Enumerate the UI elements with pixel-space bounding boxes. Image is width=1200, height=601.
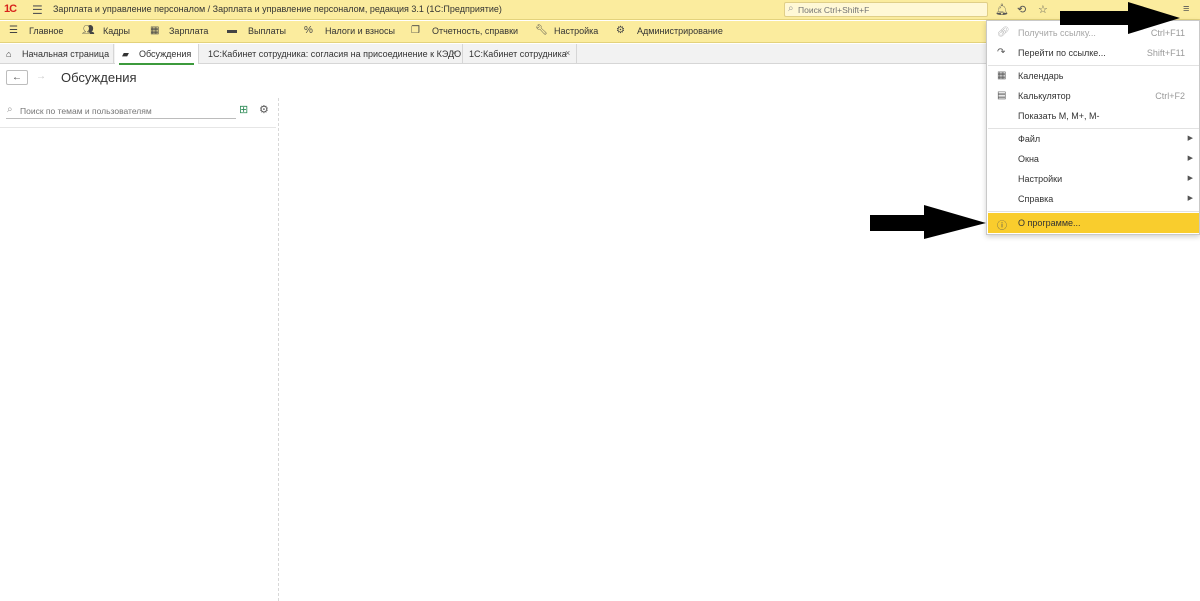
menu-item-calendar[interactable]: ▦ Календарь	[987, 66, 1199, 86]
annotation-arrow-about	[870, 205, 986, 239]
tab-home[interactable]: ⌂ Начальная страница	[0, 44, 114, 64]
discussion-search[interactable]: ⌕	[6, 104, 236, 119]
calendar-icon: ▦	[997, 70, 1007, 81]
forward-button[interactable]: →	[30, 70, 52, 85]
settings-gear-icon[interactable]: ⚙	[259, 103, 269, 116]
star-icon[interactable]: ☆	[1038, 3, 1048, 16]
calculator-icon: ▤	[997, 90, 1007, 101]
section-taxes[interactable]: Налоги и взносы	[325, 26, 395, 36]
menu-item-help[interactable]: Справка ▶	[987, 189, 1199, 209]
title-bar: 1С ☰ Зарплата и управление персоналом / …	[0, 0, 1200, 20]
menu-item-goto-link[interactable]: ↷ Перейти по ссылке... Shift+F11	[987, 43, 1199, 63]
active-tab-indicator	[119, 63, 194, 65]
home-icon: ⌂	[6, 49, 12, 59]
menu-item-label: Справка	[1018, 194, 1054, 204]
tab-label: Обсуждения	[139, 49, 192, 59]
menu-item-label: О программе...	[1018, 218, 1081, 228]
calculator-icon: ▦	[150, 25, 160, 36]
back-button[interactable]: ←	[6, 70, 28, 85]
history-icon[interactable]: ⟲	[1017, 3, 1026, 16]
menu-item-about[interactable]: ⓘ О программе...	[988, 213, 1199, 233]
menu-item-label: Календарь	[1018, 71, 1064, 81]
tab-label: 1С:Кабинет сотрудника: согласия на присо…	[208, 49, 462, 59]
bell-icon[interactable]: 🔔︎	[995, 3, 1009, 16]
goto-link-icon: ↷	[997, 47, 1006, 58]
submenu-arrow-icon: ▶	[1187, 155, 1193, 162]
menu-dropdown-icon[interactable]: ≡	[1183, 3, 1189, 15]
section-hr[interactable]: Кадры	[103, 26, 130, 36]
card-icon: ▬	[227, 25, 237, 36]
section-reports[interactable]: Отчетность, справки	[432, 26, 518, 36]
global-search[interactable]: ⌕	[784, 2, 988, 17]
window-title: Зарплата и управление персоналом / Зарпл…	[53, 4, 502, 14]
menu-item-label: Окна	[1018, 154, 1039, 164]
tab-label: Начальная страница	[22, 49, 110, 59]
gear-icon: ⚙	[616, 25, 625, 36]
panel-divider	[0, 127, 276, 128]
menu-item-label: Показать M, M+, M-	[1018, 111, 1100, 121]
menu-item-label: Калькулятор	[1018, 91, 1071, 101]
new-discussion-icon[interactable]: ⊞	[239, 103, 248, 116]
menu-item-label: Файл	[1018, 134, 1041, 144]
wrench-icon: 🔧︎	[535, 25, 548, 36]
close-icon[interactable]: ×	[451, 48, 456, 58]
search-icon: ⌕	[7, 104, 13, 115]
panel-splitter[interactable]	[278, 98, 279, 601]
annotation-arrow-top	[1060, 2, 1180, 34]
menu-item-show-memory[interactable]: Показать M, M+, M-	[987, 106, 1199, 126]
section-admin[interactable]: Администрирование	[637, 26, 723, 36]
search-icon: ⌕	[788, 3, 794, 14]
menu-lines-icon: ☰	[9, 25, 18, 36]
close-icon[interactable]: ×	[565, 48, 570, 58]
people-icon: 👥︎	[82, 25, 95, 36]
discussion-search-input[interactable]	[20, 105, 234, 117]
tab-employee-cabinet[interactable]: 1С:Кабинет сотрудника ×	[463, 44, 577, 64]
menu-separator	[988, 211, 1199, 212]
page-title: Обсуждения	[61, 70, 137, 85]
reports-icon: ❐	[411, 25, 420, 36]
section-payments[interactable]: Выплаты	[248, 26, 286, 36]
app-logo: 1С	[4, 3, 17, 15]
tab-kedo-consents[interactable]: 1С:Кабинет сотрудника: согласия на присо…	[200, 44, 463, 64]
menu-item-label: Настройки	[1018, 174, 1063, 184]
global-search-input[interactable]	[798, 4, 983, 15]
main-dropdown-menu: 🔗︎ Получить ссылку... Ctrl+F11 ↷ Перейти…	[986, 20, 1200, 235]
discussions-icon: ▰	[122, 49, 129, 59]
info-icon: ⓘ	[997, 221, 1007, 232]
submenu-arrow-icon: ▶	[1187, 175, 1193, 182]
tab-label: 1С:Кабинет сотрудника	[469, 49, 567, 59]
submenu-arrow-icon: ▶	[1187, 195, 1193, 202]
menu-item-label: Перейти по ссылке...	[1018, 48, 1106, 58]
section-settings[interactable]: Настройка	[554, 26, 598, 36]
menu-item-settings[interactable]: Настройки ▶	[987, 169, 1199, 189]
tab-discussions[interactable]: ▰ Обсуждения	[115, 44, 199, 65]
submenu-arrow-icon: ▶	[1187, 135, 1193, 142]
menu-item-shortcut: Ctrl+F2	[1155, 91, 1185, 101]
percent-icon: %	[304, 25, 313, 36]
section-main[interactable]: Главное	[29, 26, 63, 36]
menu-item-file[interactable]: Файл ▶	[987, 129, 1199, 149]
main-menu-icon[interactable]: ☰	[32, 3, 43, 17]
menu-item-calculator[interactable]: ▤ Калькулятор Ctrl+F2	[987, 86, 1199, 106]
section-salary[interactable]: Зарплата	[169, 26, 208, 36]
menu-item-windows[interactable]: Окна ▶	[987, 149, 1199, 169]
menu-item-shortcut: Shift+F11	[1146, 48, 1185, 58]
link-icon: 🔗︎	[997, 27, 1010, 38]
